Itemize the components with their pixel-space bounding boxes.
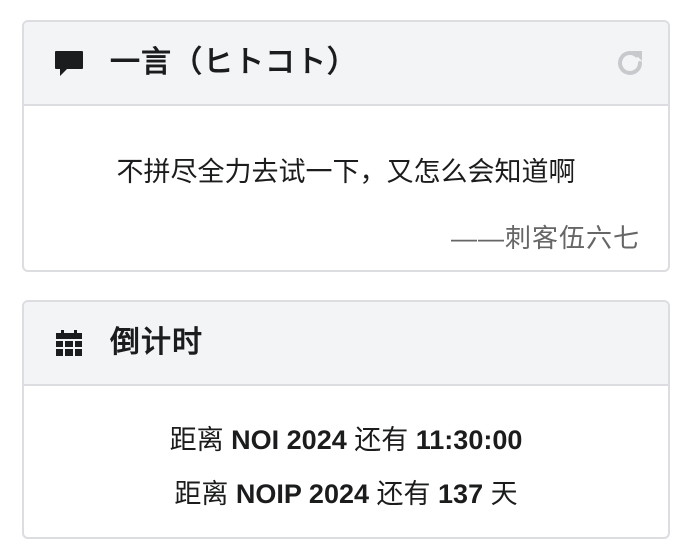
calendar-icon xyxy=(56,330,82,356)
hitokoto-quote: 不拼尽全力去试一下，又怎么会知道啊 xyxy=(116,157,576,187)
countdown-event: NOIP 2024 xyxy=(235,479,369,509)
hitokoto-header: 一言（ヒトコト） xyxy=(24,22,668,106)
countdown-value: 137 xyxy=(438,479,484,509)
countdown-header: 倒计时 xyxy=(24,302,668,386)
hitokoto-source: ——刺客伍六七 xyxy=(450,223,640,253)
hitokoto-title: 一言（ヒトコト） xyxy=(110,46,358,79)
refresh-icon[interactable] xyxy=(614,47,646,79)
comment-icon xyxy=(55,51,83,76)
countdown-value: 11:30:00 xyxy=(415,425,523,455)
countdown-item: 距离 NOIP 2024 还有 137 天 xyxy=(174,479,518,509)
hitokoto-card: 一言（ヒトコト） 不拼尽全力去试一下，又怎么会知道啊 ——刺客伍六七 xyxy=(22,20,670,272)
countdown-card: 倒计时 距离 NOI 2024 还有 11:30:00 距离 NOIP 2024… xyxy=(22,300,670,539)
countdown-title: 倒计时 xyxy=(110,326,203,359)
countdown-event: NOI 2024 xyxy=(231,425,347,455)
countdown-item: 距离 NOI 2024 还有 11:30:00 xyxy=(169,425,523,455)
